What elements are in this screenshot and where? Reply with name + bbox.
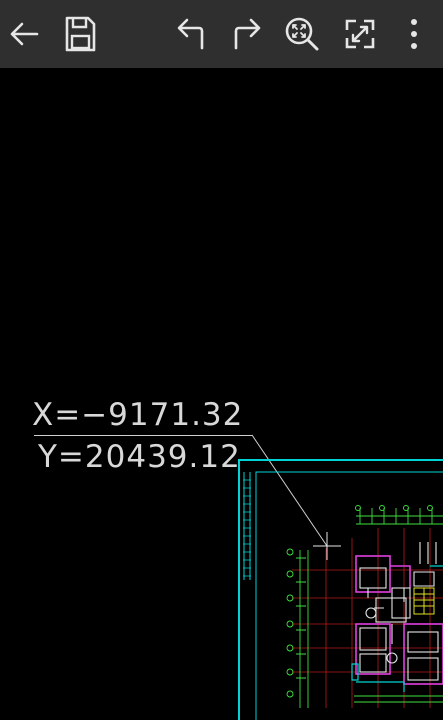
drawing-canvas[interactable]: X=−9171.32 Y=20439.12 [0,68,443,720]
undo-arrow-icon [177,18,204,50]
undo-button[interactable] [168,10,216,58]
stair-core [413,587,435,615]
leader-line [251,434,328,547]
arrow-left-icon [10,22,39,46]
wall-details [359,542,439,681]
dimension-annotations [286,505,443,708]
more-vertical-icon [411,19,417,49]
more-options-button[interactable] [390,10,438,58]
floppy-disk-icon [65,16,96,52]
save-button[interactable] [56,10,104,58]
floor-plan-drawing [238,434,443,720]
expand-diagonal-icon [345,19,375,49]
zoom-extents-button[interactable] [278,10,326,58]
fullscreen-button[interactable] [336,10,384,58]
zoom-extents-icon [285,17,319,51]
top-toolbar [0,0,443,68]
back-button[interactable] [0,10,48,58]
interior-accents [351,565,443,692]
redo-arrow-icon [234,18,261,50]
drawing-frame [238,459,443,720]
crosshair-cursor [313,532,341,560]
redo-button[interactable] [222,10,270,58]
